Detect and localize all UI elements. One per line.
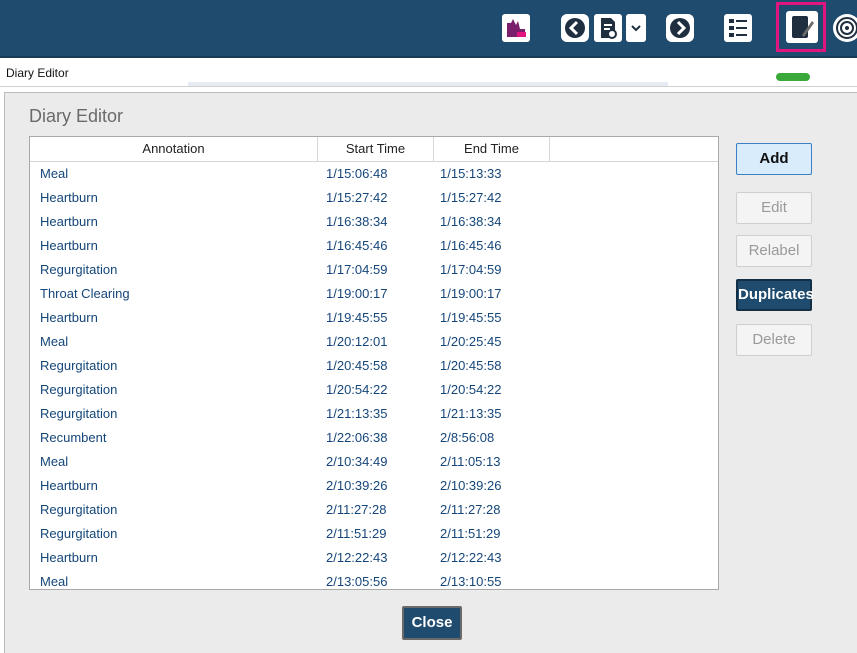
close-button[interactable]: Close bbox=[402, 606, 462, 640]
table-row[interactable]: Regurgitation 1/21:13:35 1/21:13:35 bbox=[30, 402, 718, 426]
annotation-cell: Regurgitation bbox=[40, 358, 118, 373]
next-icon[interactable] bbox=[666, 14, 694, 42]
status-indicator bbox=[776, 73, 810, 81]
start-time-cell: 2/10:39:26 bbox=[326, 478, 388, 493]
end-time-cell: 1/15:27:42 bbox=[440, 190, 502, 205]
title-underline bbox=[188, 82, 668, 86]
end-time-cell: 1/16:45:46 bbox=[440, 238, 502, 253]
start-time-cell: 2/12:22:43 bbox=[326, 550, 388, 565]
end-time-cell: 2/8:56:08 bbox=[440, 430, 495, 445]
start-time-cell: 1/20:45:58 bbox=[326, 358, 388, 373]
start-time-cell: 1/20:12:01 bbox=[326, 334, 388, 349]
relabel-button[interactable]: Relabel bbox=[736, 235, 812, 267]
report-icon[interactable] bbox=[502, 14, 530, 42]
table-row[interactable]: Regurgitation 2/11:51:29 2/11:51:29 bbox=[30, 522, 718, 546]
start-time-cell: 1/19:00:17 bbox=[326, 286, 388, 301]
end-time-cell: 2/13:10:55 bbox=[440, 574, 502, 589]
start-time-cell: 2/13:05:56 bbox=[326, 574, 388, 589]
annotation-cell: Throat Clearing bbox=[40, 286, 130, 301]
table-row[interactable]: Meal 2/10:34:49 2/11:05:13 bbox=[30, 450, 718, 474]
table-row[interactable]: Recumbent 1/22:06:38 2/8:56:08 bbox=[30, 426, 718, 450]
previous-icon[interactable] bbox=[561, 14, 589, 42]
start-time-cell: 1/17:04:59 bbox=[326, 262, 388, 277]
annotation-cell: Regurgitation bbox=[40, 406, 118, 421]
annotation-cell: Heartburn bbox=[40, 214, 98, 229]
end-time-cell: 2/11:27:28 bbox=[440, 502, 501, 517]
end-time-cell: 1/20:25:45 bbox=[440, 334, 502, 349]
document-settings-icon[interactable] bbox=[594, 14, 622, 42]
dialog-title: Diary Editor bbox=[29, 106, 124, 126]
table-row[interactable]: Regurgitation 2/11:27:28 2/11:27:28 bbox=[30, 498, 718, 522]
table-row[interactable]: Heartburn 1/19:45:55 1/19:45:55 bbox=[30, 306, 718, 330]
annotation-cell: Heartburn bbox=[40, 478, 98, 493]
end-time-cell: 1/19:45:55 bbox=[440, 310, 502, 325]
end-time-cell: 2/12:22:43 bbox=[440, 550, 502, 565]
end-time-cell: 2/11:05:13 bbox=[440, 454, 501, 469]
dropdown-icon[interactable] bbox=[626, 14, 646, 42]
table-row[interactable]: Regurgitation 1/20:54:22 1/20:54:22 bbox=[30, 378, 718, 402]
end-time-cell: 1/19:00:17 bbox=[440, 286, 502, 301]
column-header-end-time[interactable]: End Time bbox=[434, 137, 550, 161]
start-time-cell: 2/11:51:29 bbox=[326, 526, 387, 541]
window-title: Diary Editor bbox=[6, 66, 69, 80]
annotation-cell: Heartburn bbox=[40, 550, 98, 565]
end-time-cell: 1/21:13:35 bbox=[440, 406, 502, 421]
table-row[interactable]: Meal 2/13:05:56 2/13:10:55 bbox=[30, 570, 718, 589]
annotation-cell: Meal bbox=[40, 334, 69, 349]
end-time-cell: 1/15:13:33 bbox=[440, 166, 502, 181]
start-time-cell: 2/10:34:49 bbox=[326, 454, 388, 469]
audio-icon[interactable] bbox=[833, 14, 857, 42]
end-time-cell: 1/17:04:59 bbox=[440, 262, 502, 277]
start-time-cell: 1/22:06:38 bbox=[326, 430, 388, 445]
list-header: Annotation Start Time End Time bbox=[30, 137, 718, 162]
duplicates-button[interactable]: Duplicates bbox=[736, 279, 814, 311]
start-time-cell: 1/16:38:34 bbox=[326, 214, 388, 229]
annotation-cell: Regurgitation bbox=[40, 526, 118, 541]
table-row[interactable]: Heartburn 1/16:45:46 1/16:45:46 bbox=[30, 234, 718, 258]
table-row[interactable]: Heartburn 2/10:39:26 2/10:39:26 bbox=[30, 474, 718, 498]
start-time-cell: 2/11:27:28 bbox=[326, 502, 387, 517]
checklist-icon[interactable] bbox=[724, 14, 752, 42]
window-title-bar: Diary Editor bbox=[0, 58, 857, 87]
table-row[interactable]: Throat Clearing 1/19:00:17 1/19:00:17 bbox=[30, 282, 718, 306]
annotation-cell: Regurgitation bbox=[40, 382, 118, 397]
start-time-cell: 1/20:54:22 bbox=[326, 382, 388, 397]
annotation-cell: Heartburn bbox=[40, 238, 98, 253]
annotation-cell: Meal bbox=[40, 166, 69, 181]
start-time-cell: 1/19:45:55 bbox=[326, 310, 388, 325]
start-time-cell: 1/16:45:46 bbox=[326, 238, 388, 253]
annotation-list[interactable]: Annotation Start Time End Time Meal 1/15:… bbox=[29, 136, 719, 590]
delete-button[interactable]: Delete bbox=[736, 324, 812, 356]
table-row[interactable]: Regurgitation 1/17:04:59 1/17:04:59 bbox=[30, 258, 718, 282]
diary-editor-dialog: Diary Editor Annotation Start Time End T… bbox=[4, 92, 857, 653]
table-row[interactable]: Heartburn 2/12:22:43 2/12:22:43 bbox=[30, 546, 718, 570]
add-button[interactable]: Add bbox=[736, 143, 812, 175]
main-toolbar bbox=[0, 0, 857, 58]
annotation-cell: Regurgitation bbox=[40, 502, 118, 517]
table-row[interactable]: Heartburn 1/15:27:42 1/15:27:42 bbox=[30, 186, 718, 210]
end-time-cell: 2/11:51:29 bbox=[440, 526, 501, 541]
column-header-annotation[interactable]: Annotation bbox=[30, 137, 318, 161]
table-row[interactable]: Regurgitation 1/20:45:58 1/20:45:58 bbox=[30, 354, 718, 378]
end-time-cell: 1/20:54:22 bbox=[440, 382, 502, 397]
annotation-cell: Recumbent bbox=[40, 430, 107, 445]
start-time-cell: 1/15:27:42 bbox=[326, 190, 388, 205]
end-time-cell: 1/20:45:58 bbox=[440, 358, 502, 373]
end-time-cell: 1/16:38:34 bbox=[440, 214, 502, 229]
annotation-cell: Meal bbox=[40, 574, 69, 589]
start-time-cell: 1/15:06:48 bbox=[326, 166, 388, 181]
table-row[interactable]: Heartburn 1/16:38:34 1/16:38:34 bbox=[30, 210, 718, 234]
annotation-cell: Meal bbox=[40, 454, 69, 469]
annotation-cell: Heartburn bbox=[40, 190, 98, 205]
start-time-cell: 1/21:13:35 bbox=[326, 406, 388, 421]
list-rows: Meal 1/15:06:48 1/15:13:33 Heartburn 1/15:27… bbox=[30, 162, 718, 589]
end-time-cell: 2/10:39:26 bbox=[440, 478, 502, 493]
highlight-box bbox=[776, 2, 826, 52]
table-row[interactable]: Meal 1/20:12:01 1/20:25:45 bbox=[30, 330, 718, 354]
annotation-cell: Regurgitation bbox=[40, 262, 118, 277]
edit-button[interactable]: Edit bbox=[736, 192, 812, 224]
table-row[interactable]: Meal 1/15:06:48 1/15:13:33 bbox=[30, 162, 718, 186]
annotation-cell: Heartburn bbox=[40, 310, 98, 325]
column-header-start-time[interactable]: Start Time bbox=[318, 137, 434, 161]
